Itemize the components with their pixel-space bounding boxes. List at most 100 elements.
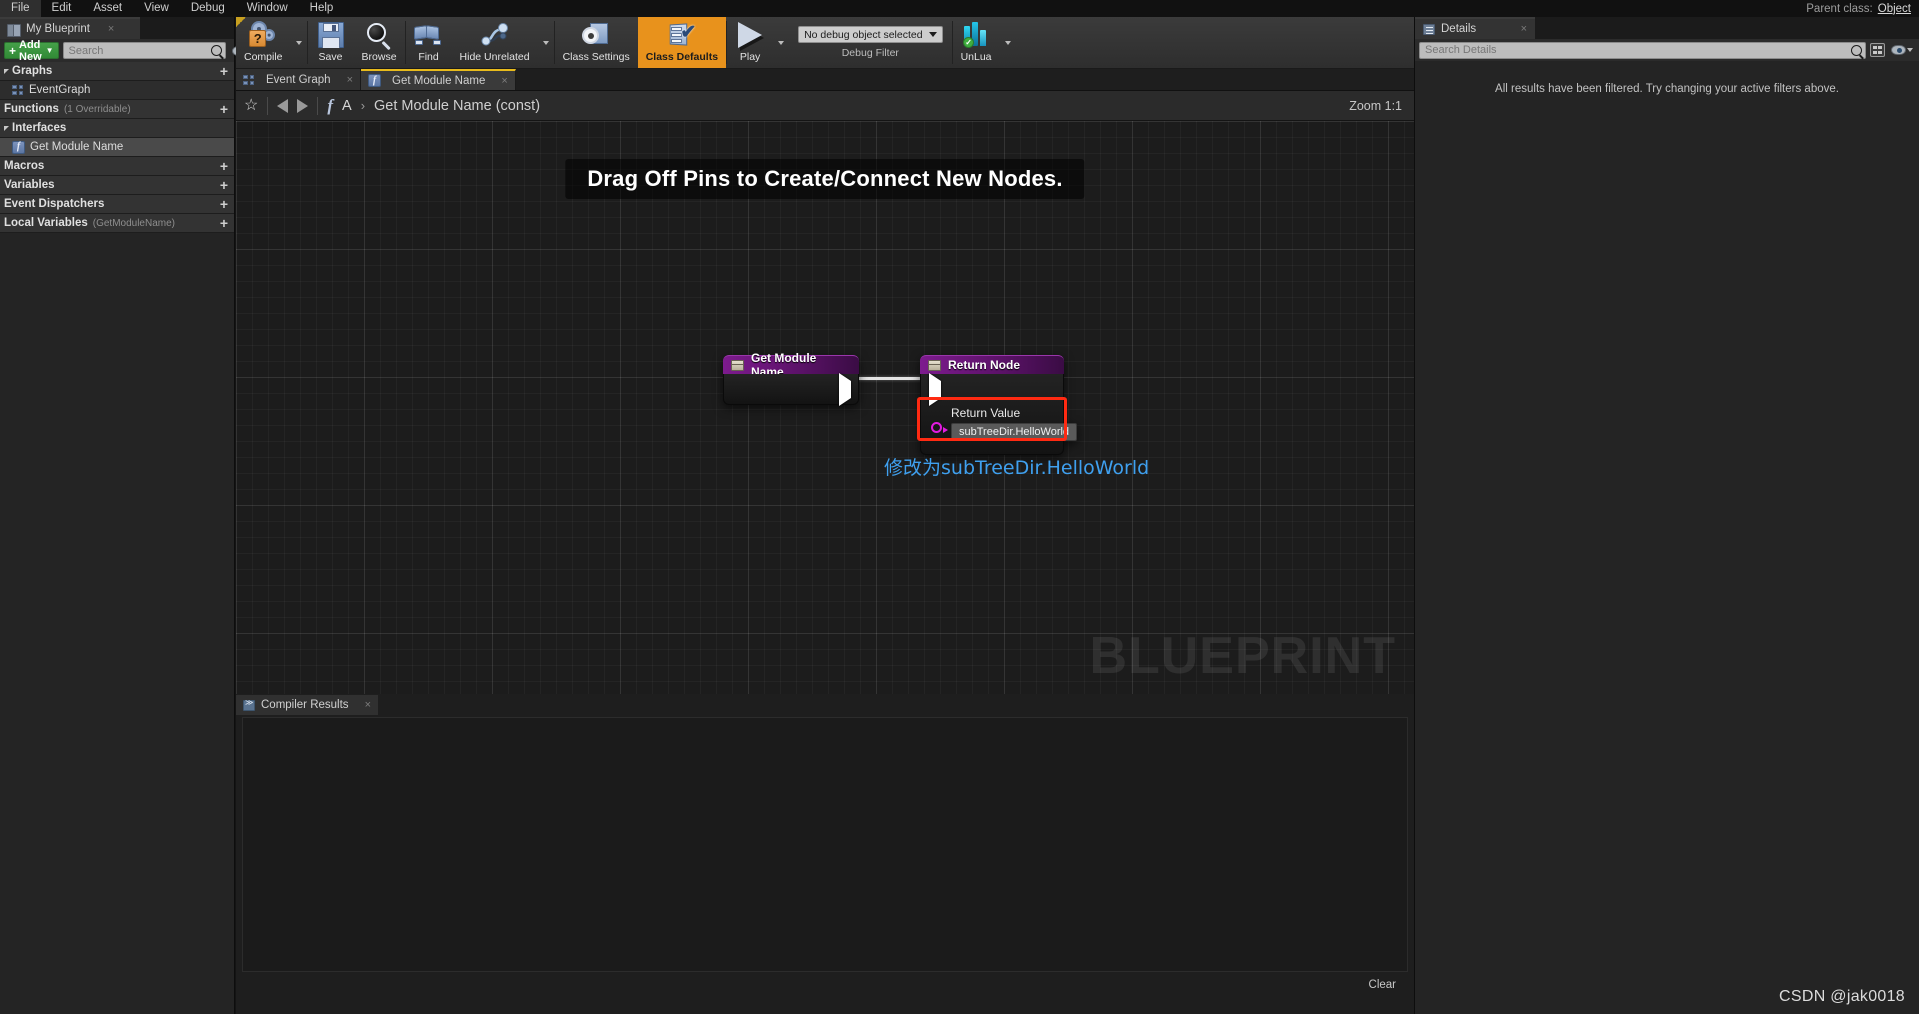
my-blueprint-toolbar: + Add New ▼ (0, 39, 254, 63)
compiler-results-icon (243, 698, 255, 711)
tree-item-functions[interactable]: Functions (1 Overridable) + (0, 100, 234, 119)
add-variable-button[interactable]: + (220, 178, 228, 192)
add-local-variable-button[interactable]: + (220, 216, 228, 230)
tab-compiler-results-close-icon[interactable]: × (365, 699, 371, 711)
exec-input-pin[interactable] (929, 373, 941, 406)
play-label: Play (739, 51, 761, 63)
tree-item-interfaces-label: Interfaces (12, 122, 67, 134)
forward-arrow-icon[interactable] (297, 98, 309, 113)
clear-button[interactable]: Clear (1369, 979, 1396, 991)
hide-unrelated-button[interactable]: Hide Unrelated (452, 17, 538, 68)
tree-item-eventgraph[interactable]: EventGraph (0, 81, 234, 100)
details-search[interactable] (1419, 41, 1866, 59)
breadcrumb-divider (317, 96, 319, 115)
compile-icon: ? (248, 21, 278, 49)
return-value-input[interactable]: subTreeDir.HelloWorld (951, 423, 1078, 441)
zoom-level-label: Zoom 1:1 (1349, 98, 1402, 113)
tree-item-event-dispatchers[interactable]: Event Dispatchers + (0, 195, 234, 214)
tab-details[interactable]: Details × (1415, 17, 1535, 39)
menu-item-help[interactable]: Help (299, 0, 345, 17)
debug-object-select[interactable]: No debug object selected (798, 26, 943, 43)
add-graph-button[interactable]: + (220, 64, 228, 78)
blueprint-editor-window: File Edit Asset View Debug Window Help P… (0, 0, 1919, 1014)
compiler-results-log[interactable] (242, 717, 1408, 972)
compiler-results-footer: Clear (236, 972, 1414, 998)
menu-item-window[interactable]: Window (236, 0, 299, 17)
tree-item-macros[interactable]: Macros + (0, 157, 234, 176)
breadcrumb-root[interactable]: A (342, 98, 352, 114)
tab-compiler-results[interactable]: Compiler Results × (236, 695, 378, 715)
compile-button[interactable]: ? Compile (236, 17, 291, 68)
details-search-input[interactable] (1425, 44, 1851, 56)
my-blueprint-search[interactable] (62, 42, 226, 59)
unlua-button[interactable]: ✓ UnLua (953, 17, 1000, 68)
save-button[interactable]: Save (308, 17, 354, 68)
class-settings-button[interactable]: Class Settings (555, 17, 638, 68)
menu-item-asset[interactable]: Asset (82, 0, 133, 17)
return-value-pin-icon[interactable] (931, 422, 948, 433)
hide-unrelated-label: Hide Unrelated (459, 51, 530, 63)
tree-item-graphs[interactable]: Graphs + (0, 62, 234, 81)
return-value-label: Return Value (951, 406, 1021, 420)
search-icon (210, 45, 222, 56)
parent-class-link[interactable]: Object (1878, 3, 1911, 15)
add-macro-button[interactable]: + (220, 159, 228, 173)
details-visibility-button[interactable] (1889, 45, 1915, 55)
add-new-button[interactable]: + Add New ▼ (4, 39, 59, 63)
tab-get-module-name[interactable]: f Get Module Name × (361, 69, 516, 90)
details-search-row (1415, 39, 1919, 61)
search-input[interactable] (68, 44, 211, 57)
browse-button[interactable]: Browse (354, 17, 405, 68)
back-arrow-icon[interactable] (277, 98, 289, 113)
tree-item-local-variables-label: Local Variables (4, 217, 88, 229)
tab-event-graph[interactable]: Event Graph × (236, 69, 362, 90)
favorite-star-icon[interactable]: ☆ (244, 97, 258, 114)
chevron-down-icon (542, 40, 549, 45)
node-get-module-name[interactable]: Get Module Name (723, 351, 859, 406)
find-button[interactable]: Find (406, 17, 452, 68)
binoculars-icon (413, 21, 444, 49)
tree-item-get-module-name-label: Get Module Name (30, 141, 124, 153)
tab-get-module-name-close-icon[interactable]: × (501, 75, 507, 87)
tree-item-get-module-name[interactable]: f Get Module Name (0, 138, 234, 157)
event-graph-icon (12, 85, 24, 95)
debug-filter-group: No debug object selected Debug Filter (789, 17, 952, 68)
unlua-options-button[interactable] (1000, 17, 1016, 68)
add-new-label: Add New (19, 38, 42, 63)
chevron-down-icon (1907, 48, 1913, 52)
node-return[interactable]: Return Node Return Value subTreeDir.Hell… (920, 355, 1078, 455)
function-glyph-icon: f (327, 96, 334, 115)
node-return-title: Return Node (948, 358, 1020, 372)
compiler-results-panel: Compiler Results × Clear (236, 694, 1414, 1014)
menu-item-file[interactable]: File (0, 0, 41, 17)
tree-item-interfaces[interactable]: Interfaces (0, 119, 234, 138)
menu-item-view[interactable]: View (133, 0, 180, 17)
debug-object-value: No debug object selected (804, 28, 923, 41)
compile-label: Compile (244, 51, 283, 63)
blueprint-book-icon (7, 23, 21, 37)
check-badge-icon: ✓ (963, 37, 975, 48)
exec-output-pin[interactable] (839, 373, 851, 406)
compiler-results-tab-row: Compiler Results × (236, 694, 1414, 715)
play-button[interactable]: Play (727, 17, 773, 68)
class-defaults-button[interactable]: ✔ Class Defaults (637, 17, 727, 68)
add-function-button[interactable]: + (220, 102, 228, 116)
tree-item-variables[interactable]: Variables + (0, 176, 234, 195)
tree-item-functions-label: Functions (4, 103, 59, 115)
menu-item-edit[interactable]: Edit (41, 0, 83, 17)
hide-unrelated-options-button[interactable] (538, 17, 554, 68)
tab-event-graph-close-icon[interactable]: × (347, 74, 353, 86)
blueprint-graph-canvas[interactable]: Drag Off Pins to Create/Connect New Node… (236, 121, 1414, 694)
tab-my-blueprint[interactable]: My Blueprint × (0, 17, 140, 39)
search-icon (1851, 44, 1862, 56)
compile-options-button[interactable] (291, 17, 307, 68)
toolbar-group-graph: Find Hide Unrelated (406, 17, 554, 68)
tab-my-blueprint-close-icon[interactable]: × (108, 23, 114, 35)
grid-view-icon[interactable] (1870, 43, 1885, 57)
menu-item-debug[interactable]: Debug (180, 0, 236, 17)
tab-details-close-icon[interactable]: × (1521, 23, 1527, 35)
play-options-button[interactable] (773, 17, 789, 68)
breadcrumb-current: Get Module Name (const) (374, 97, 541, 114)
add-event-dispatcher-button[interactable]: + (220, 197, 228, 211)
tree-item-local-variables[interactable]: Local Variables (GetModuleName) + (0, 214, 234, 233)
